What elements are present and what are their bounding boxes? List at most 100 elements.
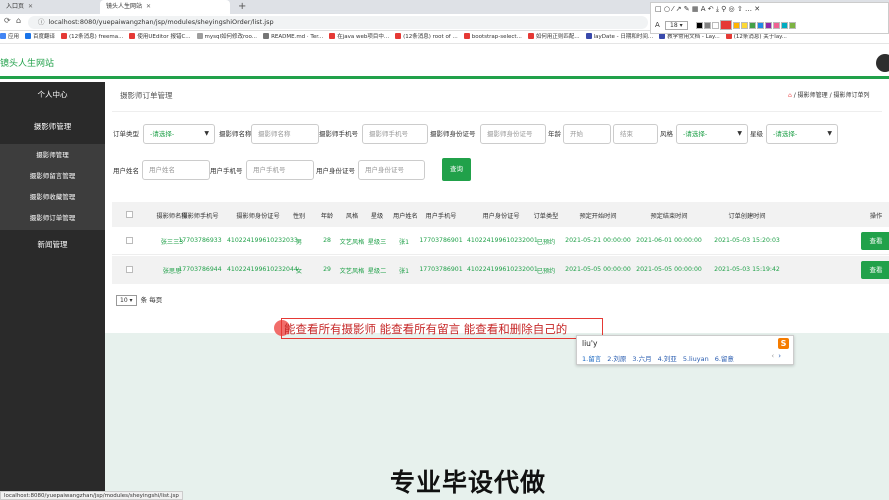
color-swatch[interactable] <box>740 21 748 29</box>
bookmark-item[interactable]: (12条消息) freema... <box>61 31 123 43</box>
color-swatch[interactable] <box>788 21 796 29</box>
view-button[interactable]: 查看 <box>861 261 889 279</box>
row-checkbox[interactable] <box>126 237 133 244</box>
undo-icon[interactable]: ↶ <box>708 5 714 13</box>
bookmark-item[interactable]: 在java web项目中... <box>329 31 389 43</box>
bookmark-item[interactable]: bootstrap-select... <box>463 31 522 43</box>
sidebar-item-photographer-management[interactable]: 摄影师管理 <box>0 121 105 132</box>
sidebar-subitem-messages[interactable]: 摄影师留言管理 <box>0 170 105 180</box>
column-header[interactable]: 摄影师身份证号 <box>227 211 289 220</box>
user-id-input[interactable]: 用户身份证号 <box>358 160 425 180</box>
column-header[interactable]: 性别 <box>288 211 310 220</box>
bookmark-item[interactable]: 如何用正则匹配... <box>527 31 580 43</box>
column-header[interactable]: 用户身份证号 <box>467 211 535 220</box>
table-cell: 2021-05-21 00:00:00 <box>565 237 631 244</box>
column-header[interactable]: 操作 <box>861 211 889 220</box>
close-icon[interactable]: ✕ <box>754 5 760 13</box>
table-row: 查看 张三三3 17703786933 410224199610232033 男 28 文… <box>112 227 889 255</box>
ime-candidate[interactable]: 6.留意 <box>715 355 734 363</box>
color-swatch[interactable] <box>703 21 711 29</box>
column-header[interactable]: 年龄 <box>318 211 336 220</box>
bookmark-item[interactable]: layDate - 日期和时间... <box>585 31 653 43</box>
color-swatch[interactable] <box>764 21 772 29</box>
ime-candidate[interactable]: 2.刘原 <box>607 355 626 363</box>
color-swatch[interactable] <box>780 21 788 29</box>
settings-icon[interactable]: ◎ <box>729 5 735 13</box>
bookmark-item[interactable]: 百度翻译 <box>25 31 55 43</box>
age-start-input[interactable]: 开始 <box>563 124 611 144</box>
photographer-name-input[interactable]: 摄影师名称 <box>251 124 319 144</box>
share-icon[interactable]: ⇧ <box>737 5 743 13</box>
column-header[interactable]: 摄影师手机号 <box>175 211 225 220</box>
home-icon[interactable]: ⌂ <box>788 92 792 99</box>
home-icon[interactable]: ⌂ <box>16 16 21 25</box>
bookmark-item[interactable]: mysql如何修改roo... <box>196 31 257 43</box>
photographer-phone-input[interactable]: 摄影师手机号 <box>362 124 428 144</box>
user-name-input[interactable]: 用户姓名 <box>142 160 210 180</box>
age-end-input[interactable]: 结束 <box>613 124 658 144</box>
column-header[interactable]: 预定结束时间 <box>634 211 704 220</box>
user-phone-input[interactable]: 用户手机号 <box>246 160 314 180</box>
column-header[interactable]: 用户姓名 <box>393 211 418 220</box>
column-header[interactable]: 预定开始时间 <box>563 211 633 220</box>
color-swatch[interactable] <box>711 21 719 29</box>
sidebar-subitem-orders[interactable]: 摄影师订单管理 <box>0 212 105 222</box>
ime-candidate[interactable]: 4.刘亚 <box>658 355 677 363</box>
search-button[interactable]: 查询 <box>442 158 471 181</box>
text-tool-icon[interactable]: A <box>701 5 706 13</box>
color-swatch[interactable] <box>695 21 703 29</box>
color-swatch[interactable] <box>772 21 780 29</box>
reload-icon[interactable]: ⟳ <box>4 16 11 25</box>
color-swatch[interactable] <box>756 21 764 29</box>
sidebar-subitem-favorites[interactable]: 摄影师收藏管理 <box>0 191 105 201</box>
column-header[interactable]: 星级 <box>363 211 391 220</box>
level-select[interactable]: -请选择- ▼ <box>766 124 838 144</box>
brush-tool-icon[interactable]: ⁄ <box>672 5 673 13</box>
sidebar-subitem-photographers[interactable]: 摄影师管理 <box>0 149 105 159</box>
rectangle-tool-icon[interactable]: □ <box>655 5 662 13</box>
address-bar[interactable]: ⓘ localhost:8080/yuepaiwangzhan/jsp/modul… <box>28 16 648 29</box>
mosaic-tool-icon[interactable]: ▦ <box>692 5 699 13</box>
view-button[interactable]: 查看 <box>861 232 889 250</box>
browser-tab-active[interactable]: 镜头人生网站 ✕ <box>100 0 230 14</box>
divider <box>112 111 882 112</box>
pin-icon[interactable]: ⚲ <box>721 5 726 13</box>
row-checkbox[interactable] <box>126 266 133 273</box>
close-icon[interactable]: ✕ <box>146 3 151 10</box>
style-select[interactable]: -请选择- ▼ <box>676 124 748 144</box>
ime-candidate[interactable]: 5.liuyan <box>683 355 709 363</box>
select-all-checkbox[interactable] <box>126 211 133 218</box>
browser-tab[interactable]: 入口页 ✕ <box>0 0 96 14</box>
bookmark-item[interactable]: README.md · Ter... <box>263 31 323 43</box>
column-header[interactable]: 订单创建时间 <box>712 211 782 220</box>
sidebar-item-news-management[interactable]: 新闻管理 <box>0 239 105 250</box>
ellipse-tool-icon[interactable]: ○ <box>664 5 670 13</box>
ime-candidate[interactable]: 3.六月 <box>632 355 651 363</box>
chevron-right-icon[interactable]: › <box>778 352 781 360</box>
new-tab-icon[interactable]: + <box>238 0 246 14</box>
column-header[interactable]: 用户手机号 <box>415 211 467 220</box>
order-type-select[interactable]: -请选择- ▼ <box>143 124 215 144</box>
arrow-tool-icon[interactable]: ↗ <box>676 5 682 13</box>
color-swatch[interactable] <box>748 21 756 29</box>
color-swatch[interactable] <box>732 21 740 29</box>
photographer-id-input[interactable]: 摄影师身份证号 <box>480 124 546 144</box>
bookmark-item[interactable]: (12条消息) root of ... <box>395 31 458 43</box>
avatar[interactable] <box>876 54 889 72</box>
column-header[interactable]: 订单类型 <box>529 211 563 220</box>
bookmark-favicon-icon <box>585 33 592 39</box>
ime-candidate[interactable]: 1.留言 <box>582 355 601 363</box>
annotation-text: 能查看所有摄影师 能查看所有留言 能查看和删除自己的 <box>284 322 568 336</box>
font-size-select[interactable]: 18 ▾ <box>665 21 688 30</box>
table-cell: 2021-05-05 00:00:00 <box>636 266 702 273</box>
bookmark-item[interactable]: 应用 <box>0 31 19 43</box>
sidebar-item-personal-center[interactable]: 个人中心 <box>0 89 105 100</box>
color-swatch[interactable] <box>719 20 732 30</box>
bookmark-item[interactable]: 使用UEditor 报错C... <box>129 31 191 43</box>
pen-tool-icon[interactable]: ✎ <box>684 5 690 13</box>
page-size-select[interactable]: 10 ▾ <box>116 295 137 306</box>
more-icon[interactable]: … <box>745 5 752 13</box>
chevron-left-icon[interactable]: ‹ <box>771 352 774 360</box>
save-icon[interactable]: ⤓ <box>716 5 719 13</box>
close-icon[interactable]: ✕ <box>28 3 33 10</box>
